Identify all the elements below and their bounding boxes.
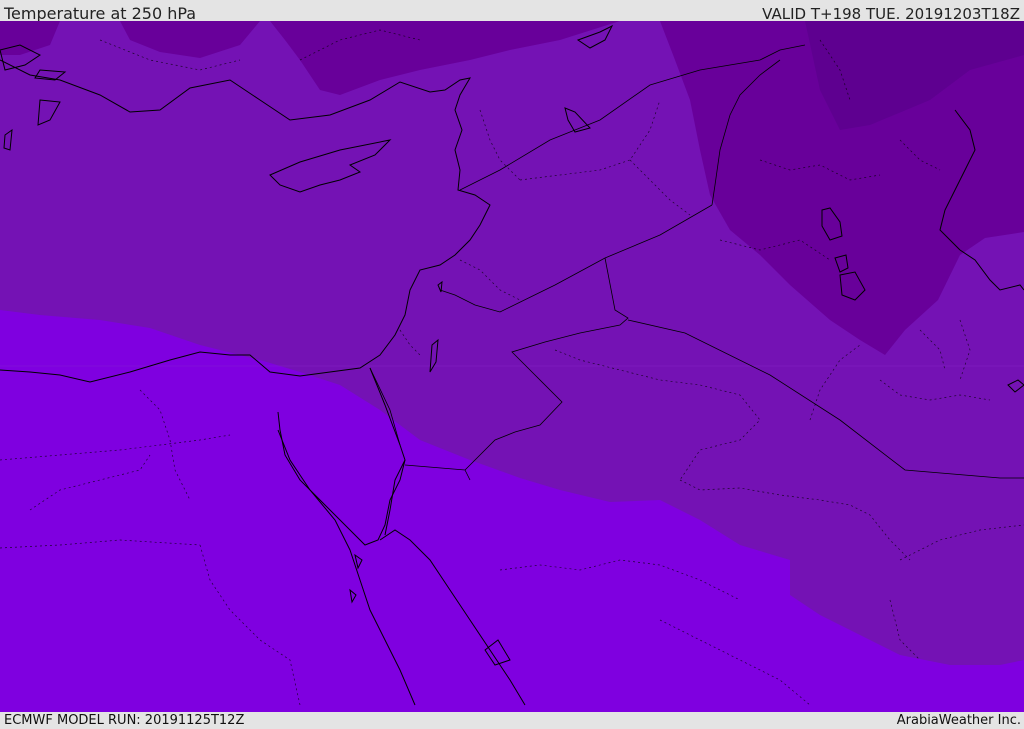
header-bar: Temperature at 250 hPa VALID T+198 TUE. … bbox=[0, 0, 1024, 23]
map-canvas bbox=[0, 21, 1024, 712]
credit-label: ArabiaWeather Inc. bbox=[896, 713, 1021, 728]
model-run-label: ECMWF MODEL RUN: 20191125T12Z bbox=[4, 713, 245, 728]
temperature-map bbox=[0, 21, 1024, 712]
footer-bar: ECMWF MODEL RUN: 20191125T12Z ArabiaWeat… bbox=[0, 712, 1024, 729]
forecast-map-frame: Temperature at 250 hPa VALID T+198 TUE. … bbox=[0, 0, 1024, 729]
